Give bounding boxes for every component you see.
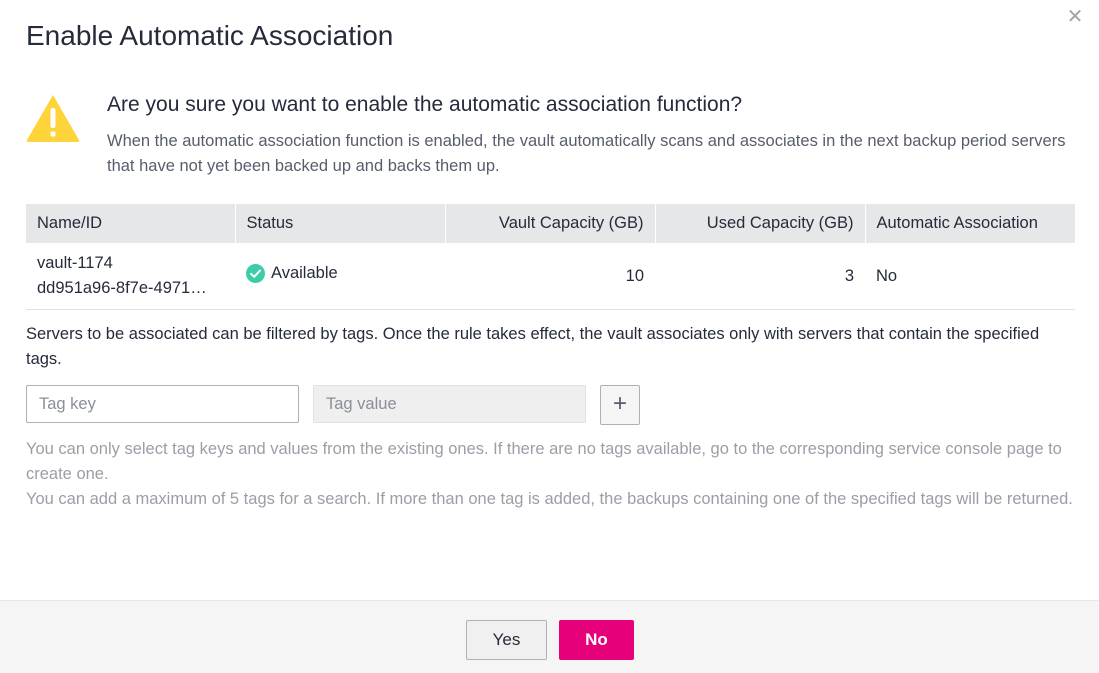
add-tag-button[interactable]: + (600, 385, 640, 425)
vault-name: vault-1174 (37, 254, 113, 272)
confirm-question: Are you sure you want to enable the auto… (107, 93, 743, 116)
check-circle-icon (246, 264, 265, 283)
tag-hint: You can only select tag keys and values … (26, 437, 1076, 512)
column-header-vault-capacity: Vault Capacity (GB) (445, 204, 656, 243)
vault-table: Name/ID Status Vault Capacity (GB) Used … (26, 204, 1075, 310)
name-id-cell: vault-1174 dd951a96-8f7e-4971… (26, 243, 235, 310)
table-row: vault-1174 dd951a96-8f7e-4971… Available… (26, 243, 1075, 310)
confirm-description: When the automatic association function … (107, 132, 1066, 175)
tag-hint-line-1: You can only select tag keys and values … (26, 440, 1062, 483)
tag-value-input[interactable] (313, 385, 586, 423)
tag-key-input[interactable] (26, 385, 299, 423)
dialog-title: Enable Automatic Association (26, 20, 394, 51)
column-header-status: Status (235, 204, 446, 243)
close-icon[interactable]: ✕ (1065, 6, 1085, 28)
status-text: Available (271, 264, 338, 282)
status-cell: Available (235, 243, 445, 310)
table-header-row: Name/ID Status Vault Capacity (GB) Used … (26, 204, 1075, 243)
no-button[interactable]: No (559, 620, 634, 660)
vault-capacity-cell: 10 (445, 243, 655, 310)
warning-triangle-icon (26, 95, 80, 142)
column-header-name-id: Name/ID (26, 204, 236, 243)
column-header-automatic-association: Automatic Association (865, 204, 1075, 243)
automatic-association-cell: No (865, 243, 1075, 310)
yes-button[interactable]: Yes (466, 620, 547, 660)
column-header-used-capacity: Used Capacity (GB) (655, 204, 866, 243)
enable-association-dialog: ✕ Enable Automatic Association Are you s… (0, 0, 1099, 673)
dialog-footer: Yes No (0, 600, 1099, 673)
tag-filter-description: Servers to be associated can be filtered… (26, 325, 1040, 368)
vault-id: dd951a96-8f7e-4971… (37, 279, 207, 297)
tag-hint-line-2: You can add a maximum of 5 tags for a se… (26, 490, 1073, 508)
used-capacity-cell: 3 (655, 243, 865, 310)
